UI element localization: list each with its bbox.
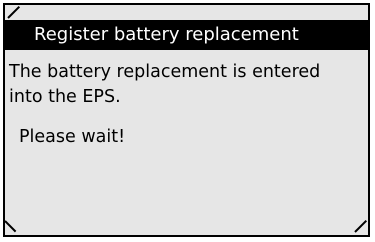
- title-bar: Register battery replacement: [5, 20, 368, 50]
- device-screen: Register battery replacement The battery…: [3, 3, 370, 237]
- top-left-bevel: [7, 5, 21, 19]
- message-line: into the EPS.: [9, 87, 121, 107]
- status-text: Please wait!: [19, 127, 126, 147]
- screen-title: Register battery replacement: [34, 24, 299, 45]
- message-text: The battery replacement is entered into …: [9, 60, 367, 110]
- message-line: The battery replacement is entered: [9, 62, 321, 82]
- bottom-right-bevel: [354, 219, 368, 233]
- bottom-left-bevel: [5, 220, 17, 233]
